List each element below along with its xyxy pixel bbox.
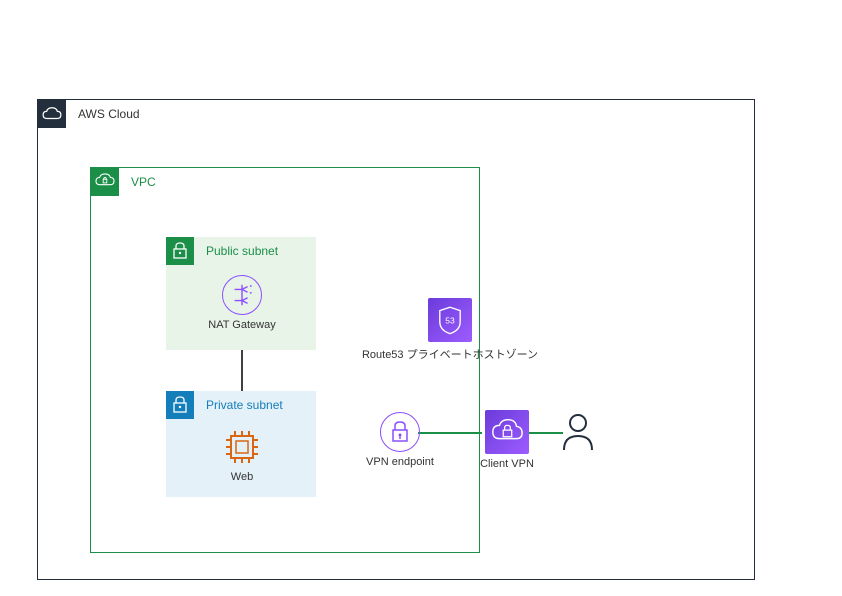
user-icon <box>560 412 596 452</box>
vpc-icon <box>91 168 119 196</box>
user-node <box>558 412 598 456</box>
vpn-endpoint-label: VPN endpoint <box>358 456 442 468</box>
svg-text:53: 53 <box>445 315 455 325</box>
public-subnet-icon <box>166 237 194 265</box>
aws-cloud-label: AWS Cloud <box>74 107 140 121</box>
route53-label: Route53 プライベートホストゾーン <box>360 346 540 362</box>
public-subnet-label: Public subnet <box>202 244 278 258</box>
client-vpn-node: Client VPN <box>472 410 542 470</box>
chip-icon <box>222 427 262 467</box>
nat-gateway-node: NAT Gateway <box>200 275 284 331</box>
route53-node: 53 Route53 プライベートホストゾーン <box>360 298 540 362</box>
aws-cloud-icon <box>38 100 66 128</box>
nat-gateway-label: NAT Gateway <box>200 319 284 331</box>
web-node: Web <box>212 427 272 483</box>
vpc-label: VPC <box>127 175 156 189</box>
private-subnet-icon <box>166 391 194 419</box>
vpn-endpoint-node: VPN endpoint <box>358 412 442 468</box>
diagram-canvas: AWS Cloud VPC Publ <box>0 0 842 596</box>
vpn-endpoint-icon <box>380 412 420 452</box>
client-vpn-label: Client VPN <box>472 458 542 470</box>
nat-gateway-icon <box>222 275 262 315</box>
client-vpn-icon <box>485 410 529 454</box>
private-subnet-label: Private subnet <box>202 398 283 412</box>
route53-icon: 53 <box>428 298 472 342</box>
web-label: Web <box>212 471 272 483</box>
